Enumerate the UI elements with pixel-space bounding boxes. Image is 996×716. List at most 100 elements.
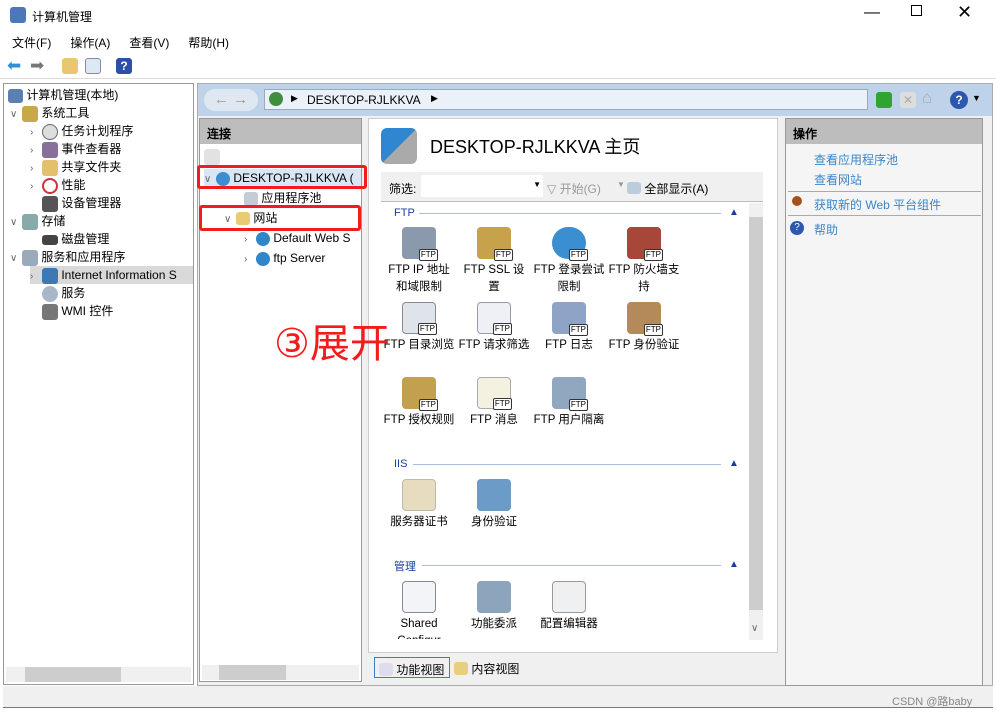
feature-ftp-logging[interactable]: FTP FTP 日志 xyxy=(533,302,605,354)
feature-ftp-authz[interactable]: FTP FTP 授权规则 xyxy=(383,377,455,429)
menu-bar: 文件(F) 操作(A) 查看(V) 帮助(H) xyxy=(0,30,996,54)
feature-ftp-messages[interactable]: FTP FTP 消息 xyxy=(458,377,530,429)
feature-ftp-directory[interactable]: FTP FTP 目录浏览 xyxy=(383,302,455,354)
tree-item-event-viewer[interactable]: › 事件查看器 xyxy=(30,140,121,158)
collapse-management-icon[interactable]: ▲ xyxy=(729,559,739,570)
home-icon[interactable]: ⌂ xyxy=(922,88,932,108)
feature-ftp-request[interactable]: FTP FTP 请求筛选 xyxy=(458,302,530,354)
path-separator: ▶ xyxy=(291,93,298,103)
status-bar xyxy=(3,686,993,708)
tab-content-view[interactable]: 内容视图 xyxy=(452,657,532,678)
window-title: 计算机管理 xyxy=(32,10,93,24)
feature-ftp-auth[interactable]: FTP FTP 身份验证 xyxy=(608,302,680,354)
address-path[interactable]: ▶ DESKTOP-RJLKKVA ▶ xyxy=(264,89,868,110)
feature-shared-config[interactable]: Shared Configur xyxy=(383,581,455,639)
help-icon: ? xyxy=(790,221,804,235)
tree-item-performance[interactable]: › 性能 xyxy=(30,176,85,194)
back-forward-buttons[interactable]: ← → xyxy=(204,89,258,111)
console-tree: 计算机管理(本地) ∨ 系统工具 › 任务计划程序 › 事件查看器 › 共享文件… xyxy=(3,83,194,685)
up-folder-icon[interactable] xyxy=(62,58,78,74)
feature-delegation[interactable]: 功能委派 xyxy=(458,581,530,633)
feature-ftp-ip[interactable]: FTP FTP IP 地址和域限制 xyxy=(383,227,455,296)
tree-item-device-manager[interactable]: 设备管理器 xyxy=(30,194,121,212)
group-management: 管理 xyxy=(394,561,416,573)
tree-site-default[interactable]: › Default Web S xyxy=(244,229,351,247)
refresh-icon[interactable] xyxy=(876,92,892,108)
tab-features-view[interactable]: 功能视图 xyxy=(374,657,450,678)
filter-label: 筛选: xyxy=(389,182,417,196)
go-dropdown-icon[interactable]: ▼ xyxy=(617,180,625,189)
menu-view[interactable]: 查看(V) xyxy=(117,30,176,51)
filter-input[interactable]: ▼ xyxy=(421,175,543,197)
connections-header: 连接 xyxy=(200,119,361,144)
show-hide-tree-icon[interactable] xyxy=(85,58,101,74)
feature-config-editor[interactable]: 配置编辑器 xyxy=(533,581,605,633)
forward-icon[interactable]: ➡ xyxy=(30,56,44,76)
feature-ftp-logon[interactable]: FTP FTP 登录尝试限制 xyxy=(533,227,605,296)
feature-server-certificates[interactable]: 服务器证书 xyxy=(383,479,455,531)
web-platform-icon xyxy=(792,196,802,206)
maximize-button[interactable] xyxy=(911,5,922,16)
scrollbar-thumb[interactable] xyxy=(749,217,763,610)
feature-ftp-firewall[interactable]: FTP FTP 防火墙支持 xyxy=(608,227,680,296)
stop-icon[interactable]: ✕ xyxy=(900,92,916,108)
horizontal-scrollbar[interactable] xyxy=(202,665,359,680)
filter-bar: 筛选: ▼ ▽ 开始(G) ▼ 全部显示(A) xyxy=(381,172,763,202)
close-button[interactable]: ✕ xyxy=(957,2,972,23)
annotation-box-sites xyxy=(199,205,361,231)
path-segment[interactable]: DESKTOP-RJLKKVA xyxy=(307,93,421,107)
feature-authentication[interactable]: 身份验证 xyxy=(458,479,530,531)
toolbar: ⬅ ➡ ? xyxy=(0,54,996,79)
feature-ftp-isolation[interactable]: FTP FTP 用户隔离 xyxy=(533,377,605,429)
tree-item-task-scheduler[interactable]: › 任务计划程序 xyxy=(30,122,133,140)
minimize-button[interactable]: — xyxy=(864,4,880,22)
tree-root[interactable]: 计算机管理(本地) xyxy=(8,86,118,104)
path-separator: ▶ xyxy=(431,93,438,103)
show-all-button[interactable]: 全部显示(A) xyxy=(627,180,708,197)
tree-item-storage[interactable]: ∨ 存储 xyxy=(10,212,65,230)
tree-item-iis[interactable]: › Internet Information S xyxy=(30,266,193,284)
page-title: DESKTOP-RJLKKVA 主页 xyxy=(430,137,641,157)
action-view-sites[interactable]: 查看网站 xyxy=(814,171,862,188)
tree-item-services-apps[interactable]: ∨ 服务和应用程序 xyxy=(10,248,125,266)
title-bar: 计算机管理 — ✕ xyxy=(0,0,996,30)
collapse-iis-icon[interactable]: ▲ xyxy=(729,458,739,469)
address-bar: ← → ▶ DESKTOP-RJLKKVA ▶ ✕ ⌂ ? ▼ xyxy=(198,84,992,116)
collapse-ftp-icon[interactable]: ▲ xyxy=(729,207,739,218)
watermark: CSDN @路baby xyxy=(892,696,973,708)
scrollbar-thumb[interactable] xyxy=(25,667,121,682)
go-button[interactable]: ▽ 开始(G) xyxy=(547,180,601,197)
help-icon[interactable]: ? xyxy=(950,91,968,109)
vertical-scrollbar[interactable]: ∨ xyxy=(749,203,763,640)
menu-help[interactable]: 帮助(H) xyxy=(176,30,236,51)
server-home-icon xyxy=(381,128,417,164)
feature-ftp-ssl[interactable]: FTP FTP SSL 设置 xyxy=(458,227,530,296)
action-view-app-pools[interactable]: 查看应用程序池 xyxy=(814,151,898,168)
annotation-text: ③展开 xyxy=(274,322,390,366)
scrollbar-thumb[interactable] xyxy=(219,665,286,680)
help-dropdown-icon[interactable]: ▼ xyxy=(972,93,981,103)
annotation-box-server xyxy=(197,165,367,189)
help-icon[interactable]: ? xyxy=(116,58,132,74)
group-iis: IIS xyxy=(394,458,408,470)
action-help[interactable]: 帮助 xyxy=(814,221,838,238)
scroll-down-icon[interactable]: ∨ xyxy=(751,623,758,634)
tree-item-services[interactable]: 服务 xyxy=(30,284,85,302)
computer-management-icon xyxy=(10,7,26,23)
actions-header: 操作 xyxy=(786,119,982,144)
tree-item-wmi[interactable]: WMI 控件 xyxy=(30,302,113,320)
menu-action[interactable]: 操作(A) xyxy=(58,30,117,51)
tree-item-system-tools[interactable]: ∨ 系统工具 xyxy=(10,104,89,122)
action-web-platform[interactable]: 获取新的 Web 平台组件 xyxy=(814,196,941,213)
group-ftp: FTP xyxy=(394,207,415,219)
back-icon[interactable]: ⬅ xyxy=(7,56,21,76)
tree-item-shared-folders[interactable]: › 共享文件夹 xyxy=(30,158,121,176)
tree-site-ftp[interactable]: › ftp Server xyxy=(244,249,325,267)
management-features: Shared Configur 功能委派 配置编辑器 xyxy=(381,577,749,639)
connect-icon[interactable] xyxy=(204,149,220,165)
menu-file[interactable]: 文件(F) xyxy=(0,30,58,51)
server-icon xyxy=(269,92,283,106)
tree-item-disk-management[interactable]: 磁盘管理 xyxy=(30,230,109,248)
connections-pane: 连接 ∨ DESKTOP-RJLKKVA ( 应用程序池 ∨ 网站 › Defa… xyxy=(199,118,362,682)
horizontal-scrollbar[interactable] xyxy=(6,667,191,682)
